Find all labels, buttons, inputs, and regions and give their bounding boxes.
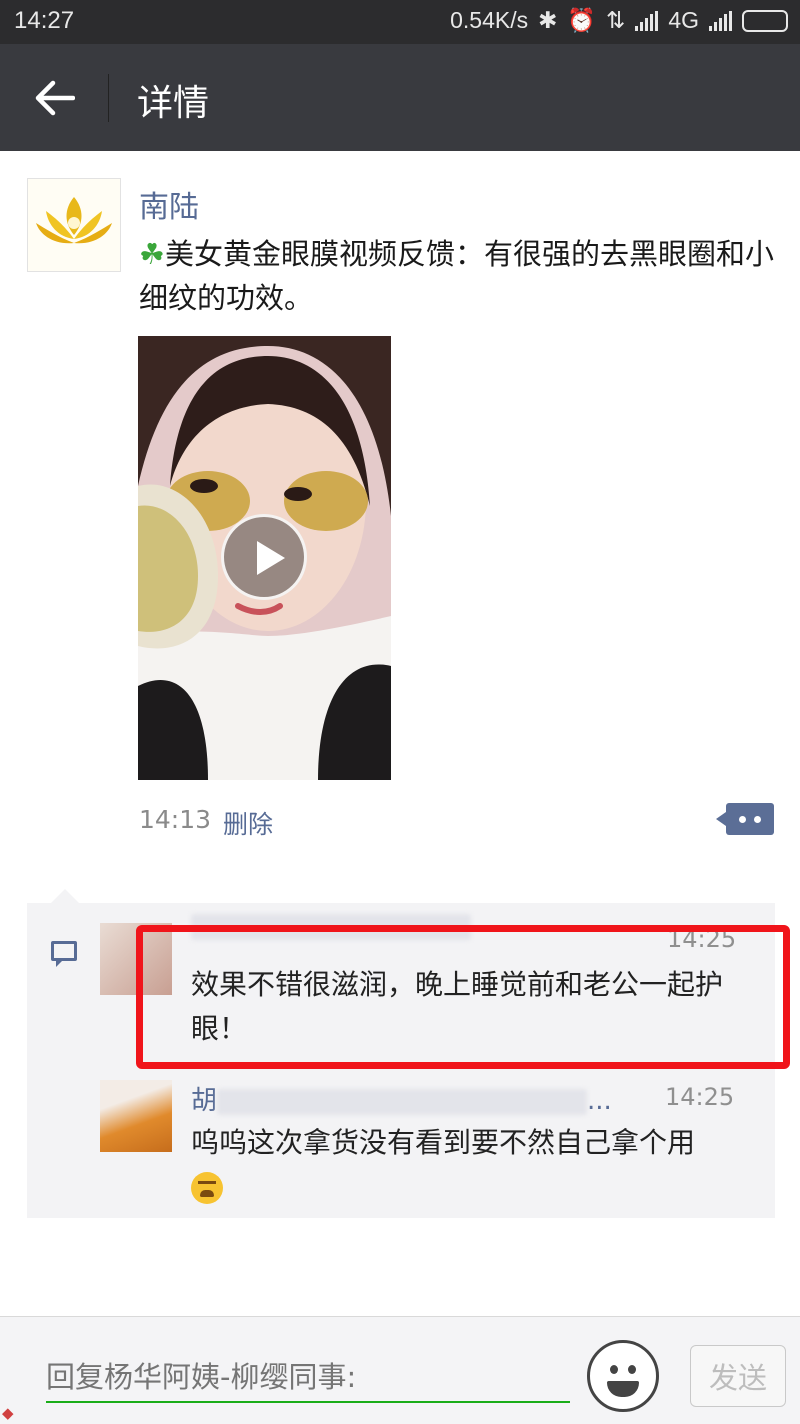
smiley-icon[interactable] — [587, 1340, 659, 1412]
post-time: 14:13 — [139, 805, 212, 834]
video-thumbnail[interactable] — [138, 336, 391, 780]
status-icons: 0.54K/s ✱ ⏰ ⇅ 4G — [450, 7, 788, 34]
signal-icon-2 — [709, 10, 732, 31]
app-bar: 详情 — [0, 44, 800, 151]
comment-time-2: 14:25 — [665, 1083, 735, 1111]
comment-author-2-visible: 胡 — [191, 1086, 218, 1116]
blurred-name — [217, 1088, 588, 1115]
author-avatar[interactable] — [27, 178, 121, 272]
network-type: 4G — [668, 7, 699, 33]
smiley-eye-left — [610, 1365, 618, 1374]
app-bar-divider — [108, 74, 109, 122]
crying-face-icon — [191, 1172, 223, 1204]
smiley-eye-right — [628, 1365, 636, 1374]
send-button[interactable]: 发送 — [690, 1345, 786, 1407]
comment-text-2[interactable]: 呜呜这次拿货没有看到要不然自己拿个用 — [191, 1121, 761, 1209]
play-icon[interactable] — [221, 514, 307, 600]
comment-author-2-suffix: ... — [587, 1086, 612, 1116]
alarm-icon: ⏰ — [567, 7, 597, 33]
battery-icon — [742, 9, 788, 32]
page-title: 详情 — [137, 83, 210, 124]
more-dots-icon[interactable] — [716, 803, 774, 835]
comment-author-2[interactable]: 胡... — [191, 1080, 612, 1117]
network-speed: 0.54K/s — [450, 7, 529, 33]
signal-icon — [635, 10, 659, 31]
data-arrows-icon: ⇅ — [606, 7, 626, 33]
smiley-mouth — [607, 1381, 639, 1397]
comment-text-2-content: 呜呜这次拿货没有看到要不然自己拿个用 — [191, 1126, 696, 1159]
reply-bar: 发送 — [0, 1316, 800, 1424]
watermark-logo: ◆ — [2, 1404, 14, 1422]
arrow-left-icon — [35, 80, 75, 116]
reply-input[interactable] — [46, 1353, 570, 1403]
comment-bubble-icon — [51, 941, 77, 967]
post-text: ☘美女黄金眼膜视频反馈：有很强的去黑眼圈和小细纹的功效。 — [139, 232, 779, 320]
post-meta: 14:13 删除 — [139, 805, 273, 841]
highlight-box — [136, 925, 790, 1069]
comment-avatar-2[interactable] — [100, 1080, 172, 1152]
back-button[interactable] — [20, 72, 90, 124]
delete-link[interactable]: 删除 — [223, 805, 273, 841]
status-bar: 14:27 0.54K/s ✱ ⏰ ⇅ 4G — [0, 0, 800, 44]
four-leaf-clover-icon: ☘ — [139, 237, 165, 271]
post-author[interactable]: 南陆 — [139, 182, 199, 226]
status-time: 14:27 — [14, 7, 75, 34]
lotus-logo-icon — [36, 197, 112, 244]
post-text-content: 美女黄金眼膜视频反馈：有很强的去黑眼圈和小细纹的功效。 — [139, 237, 775, 315]
bluetooth-icon: ✱ — [538, 7, 558, 33]
